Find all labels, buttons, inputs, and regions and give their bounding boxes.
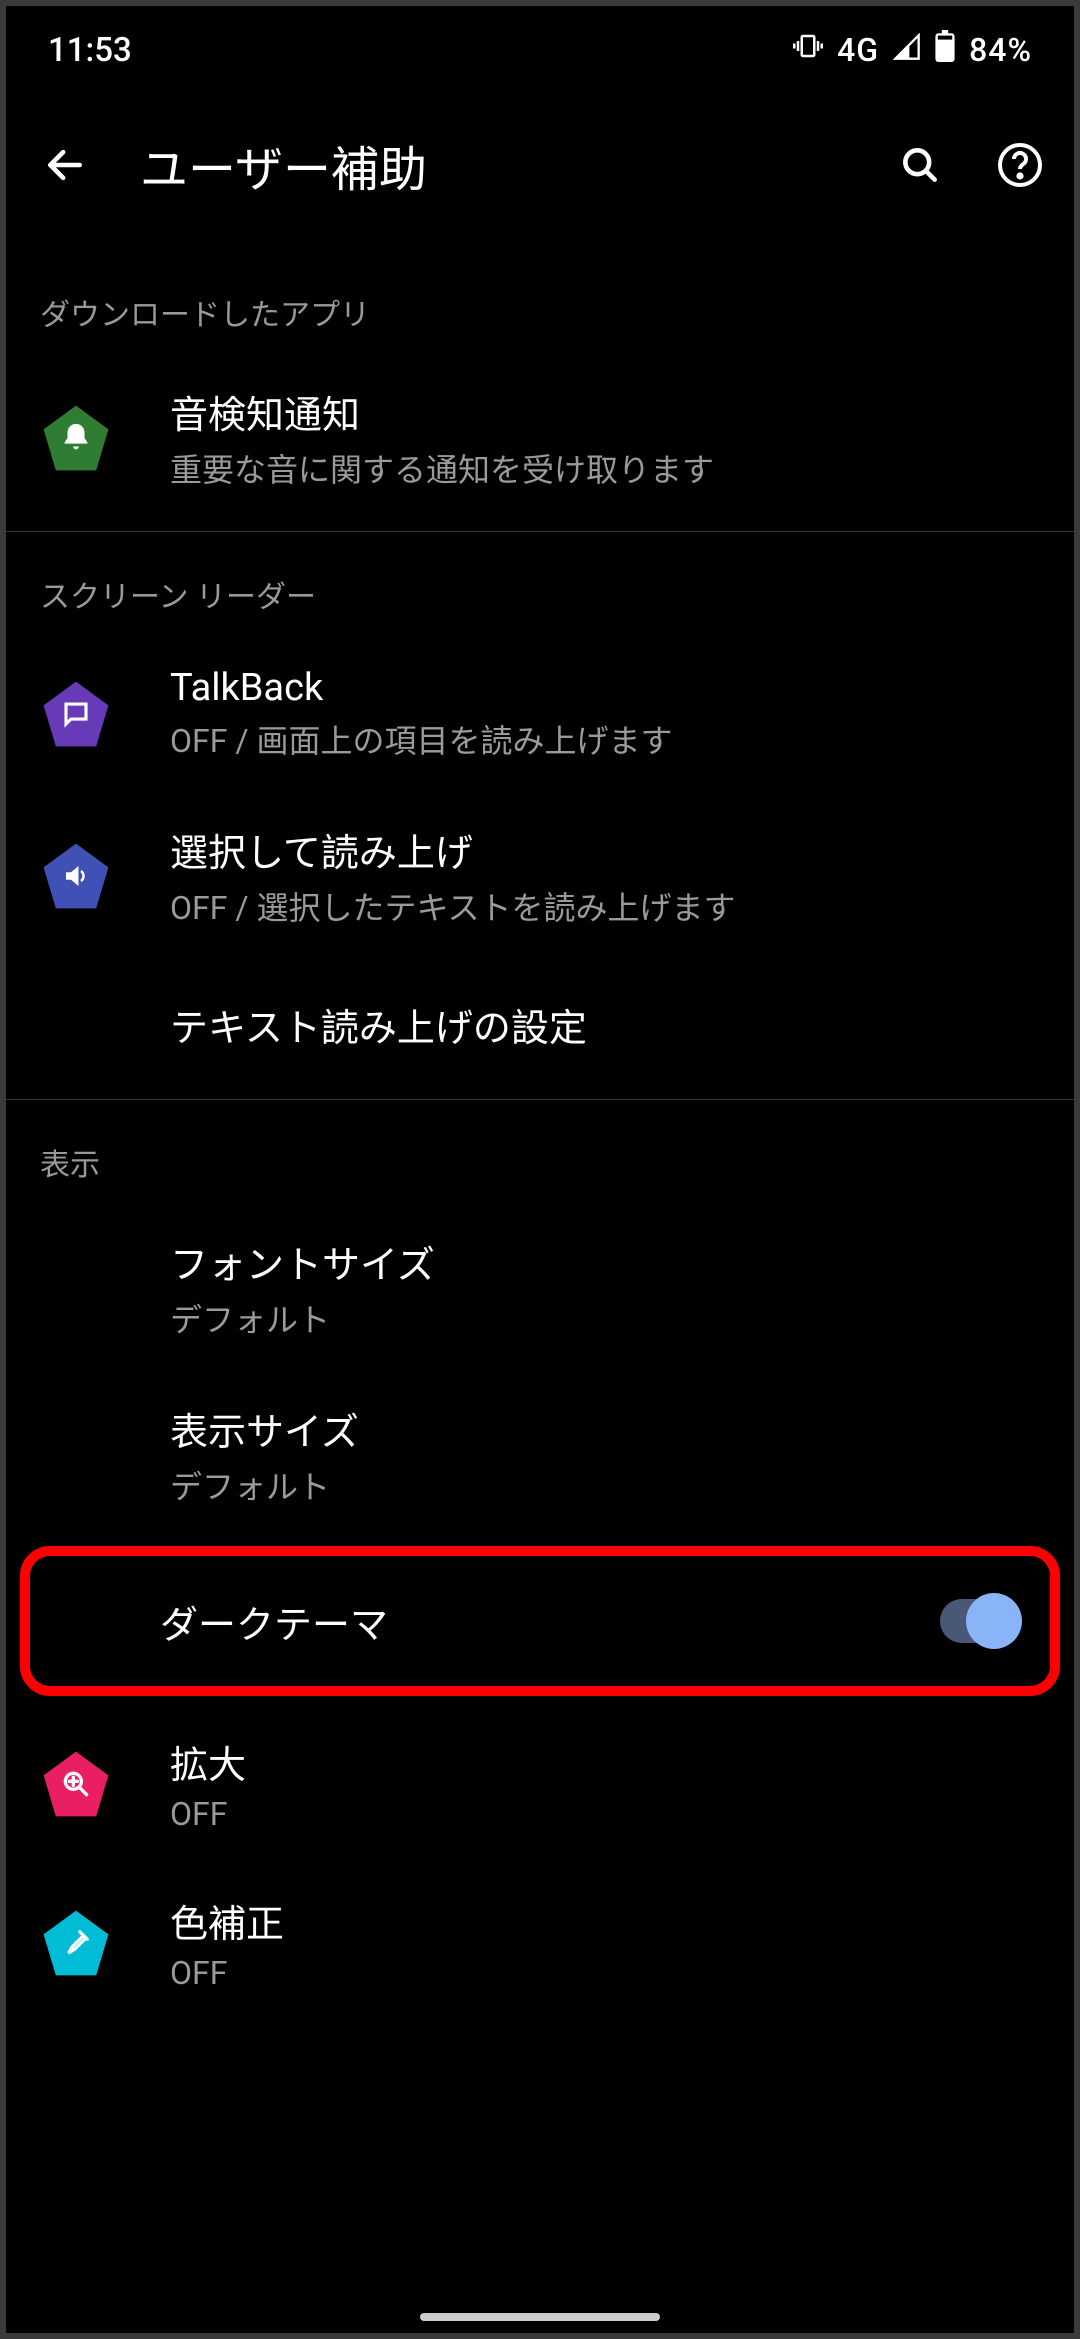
item-sub: OFF [170,1954,1040,1992]
toggle-knob [966,1593,1022,1649]
header: ユーザー補助 [0,90,1080,260]
status-time: 11:53 [48,31,132,70]
battery-label: 84% [969,31,1032,69]
battery-icon [935,30,955,71]
divider [0,1099,1080,1100]
item-title: ダークテーマ [160,1594,940,1649]
item-dark-theme[interactable]: ダークテーマ [30,1556,1050,1686]
item-sub: デフォルト [170,1462,1040,1508]
signal-icon [893,31,921,70]
item-sound-detection[interactable]: 音検知通知 重要な音に関する通知を受け取ります [0,354,1080,521]
dark-theme-toggle[interactable] [940,1599,1020,1643]
section-screen-reader-label: スクリーン リーダー [0,542,1080,636]
help-button[interactable] [980,141,1060,189]
bell-sound-icon [40,402,112,474]
item-title: 拡大 [170,1734,1040,1789]
item-font-size[interactable]: フォントサイズ デフォルト [0,1204,1080,1371]
item-sub: OFF / 画面上の項目を読み上げます [170,716,1040,762]
item-magnify[interactable]: 拡大 OFF [0,1704,1080,1863]
item-select-speak[interactable]: 選択して読み上げ OFF / 選択したテキストを読み上げます [0,792,1080,959]
status-bar: 11:53 4G 84% [0,0,1080,90]
item-display-size[interactable]: 表示サイズ デフォルト [0,1371,1080,1538]
item-color-correction[interactable]: 色補正 OFF [0,1863,1080,2022]
item-title: テキスト読み上げの設定 [170,997,1040,1052]
item-title: 表示サイズ [170,1401,1040,1456]
section-downloaded-label: ダウンロードしたアプリ [0,260,1080,354]
network-label: 4G [837,31,879,69]
item-title: 選択して読み上げ [170,822,1040,877]
status-right: 4G 84% [793,30,1032,71]
page-title: ユーザー補助 [130,130,860,200]
magnify-icon [40,1748,112,1820]
item-sub: OFF / 選択したテキストを読み上げます [170,883,1040,929]
item-title: 音検知通知 [170,384,1040,439]
search-button[interactable] [880,143,960,187]
item-sub: デフォルト [170,1295,1040,1341]
item-talkback[interactable]: TalkBack OFF / 画面上の項目を読み上げます [0,636,1080,792]
highlight-dark-theme: ダークテーマ [20,1546,1060,1696]
item-title: 色補正 [170,1893,1040,1948]
item-sub: 重要な音に関する通知を受け取ります [170,445,1040,491]
section-display-label: 表示 [0,1110,1080,1204]
item-tts-settings[interactable]: テキスト読み上げの設定 [0,959,1080,1089]
chat-icon [40,678,112,750]
vibrate-icon [793,31,823,70]
speaker-icon [40,840,112,912]
nav-handle[interactable] [420,2313,660,2321]
item-sub: OFF [170,1795,1040,1833]
back-button[interactable] [20,143,110,187]
divider [0,531,1080,532]
item-title: フォントサイズ [170,1234,1040,1289]
eyedropper-icon [40,1907,112,1979]
item-title: TalkBack [170,666,1040,710]
